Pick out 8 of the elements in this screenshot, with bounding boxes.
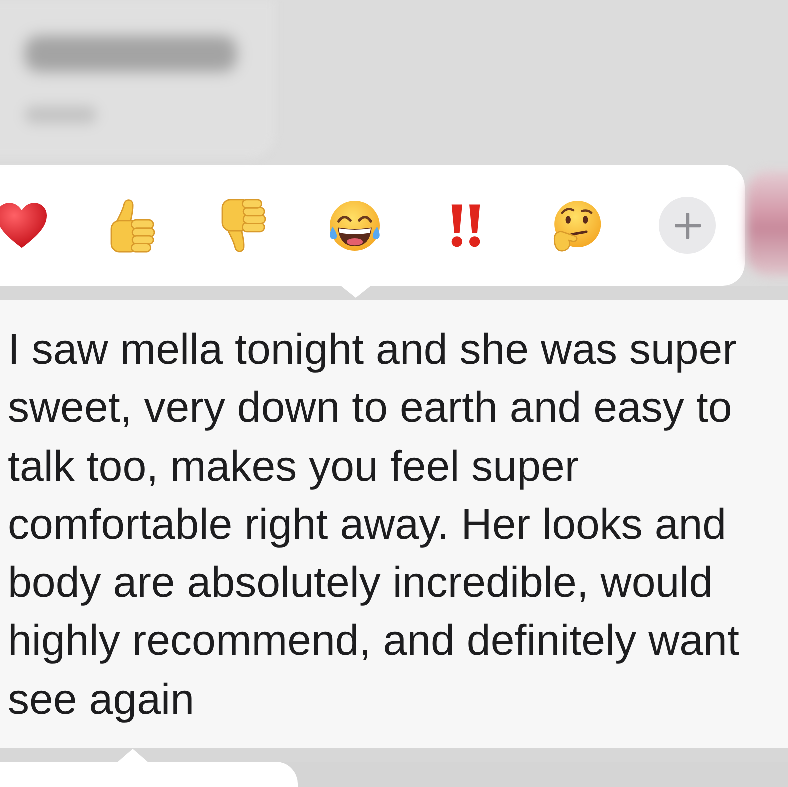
laughing-face-icon[interactable]: [328, 200, 382, 250]
plus-icon: [674, 212, 700, 238]
heart-icon[interactable]: [0, 202, 46, 248]
thumbs-down-icon[interactable]: [220, 198, 268, 252]
message-text: I saw mella tonight and she was super sweet, very down to earth and easy to talk too, makes you feel super comfortable right away. Her looks and body are absolutely incredible, would highly recommend, and definitely want see again: [8, 325, 740, 726]
thinking-face-icon[interactable]: [552, 200, 602, 252]
double-exclamation-icon[interactable]: [450, 202, 482, 248]
thumbs-up-icon[interactable]: [108, 198, 156, 252]
